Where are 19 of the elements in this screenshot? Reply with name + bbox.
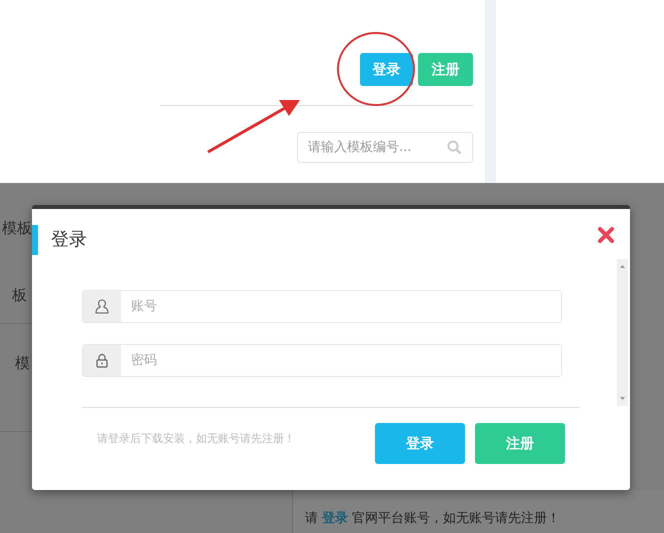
password-field[interactable]: 密码 <box>82 344 562 377</box>
lock-icon <box>96 353 108 368</box>
sidebar-item[interactable]: 模板 <box>2 219 32 238</box>
register-button[interactable]: 注册 <box>475 423 565 464</box>
scrollbar[interactable] <box>617 259 628 406</box>
user-icon <box>95 299 109 314</box>
search-icon <box>447 140 462 155</box>
account-field[interactable]: 账号 <box>82 290 562 323</box>
hint-text: 请登录后下载安装，如无账号请先注册！ <box>97 431 295 446</box>
sidebar-item[interactable]: 模 <box>15 354 30 373</box>
sidebar-item[interactable]: 板 <box>12 286 27 305</box>
login-link[interactable]: 登录 <box>322 511 348 526</box>
login-button[interactable]: 登录 <box>375 423 465 464</box>
close-icon[interactable] <box>598 227 614 243</box>
register-button[interactable]: 注册 <box>418 53 473 86</box>
dialog-title: 登录 <box>32 225 87 255</box>
search-field[interactable]: 请输入模板编号... <box>297 132 473 163</box>
login-notice: 请 登录 官网平台账号，如无账号请先注册！ <box>305 510 560 527</box>
login-button[interactable]: 登录 <box>360 53 413 86</box>
